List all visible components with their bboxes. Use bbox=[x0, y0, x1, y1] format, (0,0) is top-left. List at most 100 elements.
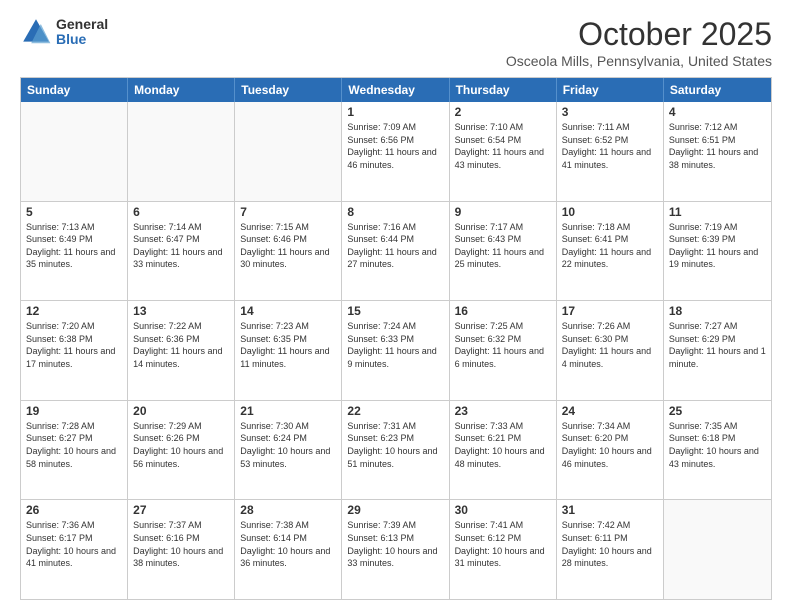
day-info: Sunrise: 7:36 AM Sunset: 6:17 PM Dayligh… bbox=[26, 519, 122, 569]
day-info: Sunrise: 7:19 AM Sunset: 6:39 PM Dayligh… bbox=[669, 221, 766, 271]
day-number: 31 bbox=[562, 503, 658, 517]
day-number: 3 bbox=[562, 105, 658, 119]
day-number: 8 bbox=[347, 205, 443, 219]
logo-icon bbox=[20, 16, 52, 48]
day-info: Sunrise: 7:33 AM Sunset: 6:21 PM Dayligh… bbox=[455, 420, 551, 470]
calendar: SundayMondayTuesdayWednesdayThursdayFrid… bbox=[20, 77, 772, 600]
title-area: October 2025 Osceola Mills, Pennsylvania… bbox=[506, 16, 772, 69]
day-cell-14: 14 Sunrise: 7:23 AM Sunset: 6:35 PM Dayli… bbox=[235, 301, 342, 400]
day-number: 23 bbox=[455, 404, 551, 418]
day-cell-17: 17Sunrise: 7:26 AM Sunset: 6:30 PM Dayli… bbox=[557, 301, 664, 400]
day-cell-12: 12Sunrise: 7:20 AM Sunset: 6:38 PM Dayli… bbox=[21, 301, 128, 400]
day-info: Sunrise: 7:23 AM Sunset: 6:35 PM Dayligh… bbox=[240, 320, 336, 370]
day-info: Sunrise: 7:10 AM Sunset: 6:54 PM Dayligh… bbox=[455, 121, 551, 171]
day-info: Sunrise: 7:12 AM Sunset: 6:51 PM Dayligh… bbox=[669, 121, 766, 171]
day-number: 26 bbox=[26, 503, 122, 517]
day-cell-4: 4 Sunrise: 7:12 AM Sunset: 6:51 PM Daylig… bbox=[664, 102, 771, 201]
day-number: 6 bbox=[133, 205, 229, 219]
calendar-body: 1Sunrise: 7:09 AM Sunset: 6:56 PM Daylig… bbox=[21, 102, 771, 599]
day-info: Sunrise: 7:22 AM Sunset: 6:36 PM Dayligh… bbox=[133, 320, 229, 370]
day-number: 12 bbox=[26, 304, 122, 318]
day-cell-28: 28 Sunrise: 7:38 AM Sunset: 6:14 PM Dayli… bbox=[235, 500, 342, 599]
day-number: 28 bbox=[240, 503, 336, 517]
calendar-row-2: 12Sunrise: 7:20 AM Sunset: 6:38 PM Dayli… bbox=[21, 300, 771, 400]
day-number: 5 bbox=[26, 205, 122, 219]
day-info: Sunrise: 7:42 AM Sunset: 6:11 PM Dayligh… bbox=[562, 519, 658, 569]
logo-general-text: General bbox=[56, 17, 108, 32]
day-cell-13: 13Sunrise: 7:22 AM Sunset: 6:36 PM Dayli… bbox=[128, 301, 235, 400]
day-number: 2 bbox=[455, 105, 551, 119]
day-number: 25 bbox=[669, 404, 766, 418]
day-info: Sunrise: 7:17 AM Sunset: 6:43 PM Dayligh… bbox=[455, 221, 551, 271]
day-cell-9: 9 Sunrise: 7:17 AM Sunset: 6:43 PM Daylig… bbox=[450, 202, 557, 301]
day-number: 17 bbox=[562, 304, 658, 318]
day-number: 27 bbox=[133, 503, 229, 517]
day-number: 19 bbox=[26, 404, 122, 418]
day-info: Sunrise: 7:24 AM Sunset: 6:33 PM Dayligh… bbox=[347, 320, 443, 370]
day-number: 15 bbox=[347, 304, 443, 318]
day-number: 7 bbox=[240, 205, 336, 219]
day-info: Sunrise: 7:34 AM Sunset: 6:20 PM Dayligh… bbox=[562, 420, 658, 470]
empty-cell-0-0 bbox=[21, 102, 128, 201]
day-cell-3: 3Sunrise: 7:11 AM Sunset: 6:52 PM Daylig… bbox=[557, 102, 664, 201]
day-number: 30 bbox=[455, 503, 551, 517]
day-cell-31: 31 Sunrise: 7:42 AM Sunset: 6:11 PM Dayli… bbox=[557, 500, 664, 599]
day-number: 16 bbox=[455, 304, 551, 318]
day-cell-2: 2 Sunrise: 7:10 AM Sunset: 6:54 PM Daylig… bbox=[450, 102, 557, 201]
empty-cell-4-6 bbox=[664, 500, 771, 599]
day-cell-29: 29Sunrise: 7:39 AM Sunset: 6:13 PM Dayli… bbox=[342, 500, 449, 599]
day-number: 21 bbox=[240, 404, 336, 418]
empty-cell-0-1 bbox=[128, 102, 235, 201]
day-number: 4 bbox=[669, 105, 766, 119]
day-cell-22: 22Sunrise: 7:31 AM Sunset: 6:23 PM Dayli… bbox=[342, 401, 449, 500]
day-info: Sunrise: 7:31 AM Sunset: 6:23 PM Dayligh… bbox=[347, 420, 443, 470]
day-number: 24 bbox=[562, 404, 658, 418]
calendar-row-3: 19 Sunrise: 7:28 AM Sunset: 6:27 PM Dayli… bbox=[21, 400, 771, 500]
day-cell-23: 23 Sunrise: 7:33 AM Sunset: 6:21 PM Dayli… bbox=[450, 401, 557, 500]
calendar-header: SundayMondayTuesdayWednesdayThursdayFrid… bbox=[21, 78, 771, 102]
day-header-saturday: Saturday bbox=[664, 78, 771, 102]
day-info: Sunrise: 7:41 AM Sunset: 6:12 PM Dayligh… bbox=[455, 519, 551, 569]
calendar-row-0: 1Sunrise: 7:09 AM Sunset: 6:56 PM Daylig… bbox=[21, 102, 771, 201]
day-number: 9 bbox=[455, 205, 551, 219]
day-info: Sunrise: 7:28 AM Sunset: 6:27 PM Dayligh… bbox=[26, 420, 122, 470]
day-info: Sunrise: 7:25 AM Sunset: 6:32 PM Dayligh… bbox=[455, 320, 551, 370]
day-cell-18: 18Sunrise: 7:27 AM Sunset: 6:29 PM Dayli… bbox=[664, 301, 771, 400]
day-info: Sunrise: 7:35 AM Sunset: 6:18 PM Dayligh… bbox=[669, 420, 766, 470]
day-info: Sunrise: 7:13 AM Sunset: 6:49 PM Dayligh… bbox=[26, 221, 122, 271]
day-header-friday: Friday bbox=[557, 78, 664, 102]
logo: General Blue bbox=[20, 16, 108, 48]
day-header-thursday: Thursday bbox=[450, 78, 557, 102]
day-number: 29 bbox=[347, 503, 443, 517]
day-info: Sunrise: 7:09 AM Sunset: 6:56 PM Dayligh… bbox=[347, 121, 443, 171]
logo-blue-text: Blue bbox=[56, 32, 108, 47]
location-text: Osceola Mills, Pennsylvania, United Stat… bbox=[506, 53, 772, 69]
day-info: Sunrise: 7:27 AM Sunset: 6:29 PM Dayligh… bbox=[669, 320, 766, 370]
day-cell-25: 25 Sunrise: 7:35 AM Sunset: 6:18 PM Dayli… bbox=[664, 401, 771, 500]
day-info: Sunrise: 7:30 AM Sunset: 6:24 PM Dayligh… bbox=[240, 420, 336, 470]
day-cell-5: 5 Sunrise: 7:13 AM Sunset: 6:49 PM Daylig… bbox=[21, 202, 128, 301]
empty-cell-0-2 bbox=[235, 102, 342, 201]
day-info: Sunrise: 7:16 AM Sunset: 6:44 PM Dayligh… bbox=[347, 221, 443, 271]
day-cell-10: 10 Sunrise: 7:18 AM Sunset: 6:41 PM Dayli… bbox=[557, 202, 664, 301]
day-cell-30: 30 Sunrise: 7:41 AM Sunset: 6:12 PM Dayli… bbox=[450, 500, 557, 599]
day-number: 10 bbox=[562, 205, 658, 219]
day-cell-26: 26 Sunrise: 7:36 AM Sunset: 6:17 PM Dayli… bbox=[21, 500, 128, 599]
day-info: Sunrise: 7:29 AM Sunset: 6:26 PM Dayligh… bbox=[133, 420, 229, 470]
day-cell-20: 20 Sunrise: 7:29 AM Sunset: 6:26 PM Dayli… bbox=[128, 401, 235, 500]
day-cell-16: 16 Sunrise: 7:25 AM Sunset: 6:32 PM Dayli… bbox=[450, 301, 557, 400]
day-cell-1: 1Sunrise: 7:09 AM Sunset: 6:56 PM Daylig… bbox=[342, 102, 449, 201]
day-header-wednesday: Wednesday bbox=[342, 78, 449, 102]
page-header: General Blue October 2025 Osceola Mills,… bbox=[20, 16, 772, 69]
day-info: Sunrise: 7:15 AM Sunset: 6:46 PM Dayligh… bbox=[240, 221, 336, 271]
day-number: 14 bbox=[240, 304, 336, 318]
calendar-row-1: 5 Sunrise: 7:13 AM Sunset: 6:49 PM Daylig… bbox=[21, 201, 771, 301]
day-header-tuesday: Tuesday bbox=[235, 78, 342, 102]
day-cell-6: 6 Sunrise: 7:14 AM Sunset: 6:47 PM Daylig… bbox=[128, 202, 235, 301]
day-info: Sunrise: 7:14 AM Sunset: 6:47 PM Dayligh… bbox=[133, 221, 229, 271]
day-info: Sunrise: 7:37 AM Sunset: 6:16 PM Dayligh… bbox=[133, 519, 229, 569]
month-title: October 2025 bbox=[506, 16, 772, 53]
day-info: Sunrise: 7:18 AM Sunset: 6:41 PM Dayligh… bbox=[562, 221, 658, 271]
day-number: 20 bbox=[133, 404, 229, 418]
day-info: Sunrise: 7:38 AM Sunset: 6:14 PM Dayligh… bbox=[240, 519, 336, 569]
